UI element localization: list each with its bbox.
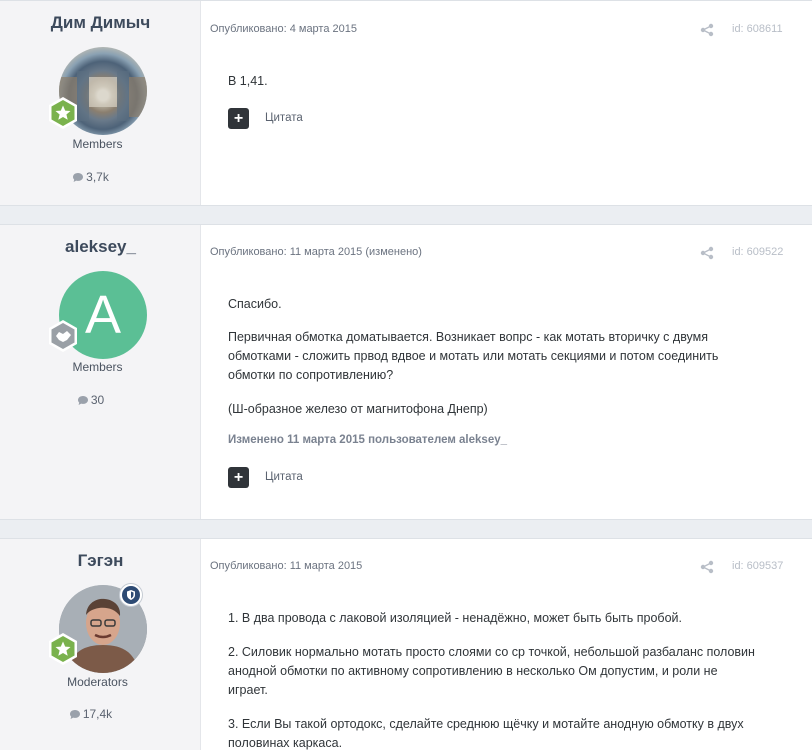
- quote-button-label[interactable]: Цитата: [265, 471, 303, 483]
- post-id: id: 609537: [732, 560, 784, 572]
- user-group: Members: [72, 360, 123, 374]
- post-count-value: 30: [90, 393, 105, 407]
- author-name[interactable]: Гэгэн: [0, 551, 201, 571]
- post-id: id: 609522: [732, 246, 784, 258]
- comment-icon: [77, 396, 88, 406]
- quote-plus-button[interactable]: +: [228, 108, 249, 129]
- post-paragraph: 3. Если Вы такой ортодокс, сделайте сред…: [228, 717, 744, 731]
- post-date[interactable]: Опубликовано: 4 марта 2015: [210, 23, 357, 35]
- post-paragraph: анодной обмотки по активному сопротивлен…: [228, 664, 718, 678]
- post-paragraph: (Ш-образное железо от магнитофона Днепр): [228, 402, 488, 416]
- moderator-badge: [120, 584, 142, 606]
- avatar-letter: A: [84, 285, 122, 345]
- post-count-value: 17,4k: [82, 707, 113, 721]
- post-paragraph: 1. В два провода с лаковой изоляцией - н…: [228, 611, 682, 625]
- author-name[interactable]: Дим Димыч: [0, 13, 201, 33]
- comment-icon: [69, 710, 80, 720]
- star-badge-icon: [49, 97, 77, 129]
- post-count-value: 3,7k: [86, 170, 109, 184]
- post-author-panel: aleksey_ A Members 30: [0, 225, 201, 519]
- post-date[interactable]: Опубликовано: 11 марта 2015: [210, 560, 362, 572]
- author-name[interactable]: aleksey_: [0, 237, 201, 257]
- post-id: id: 608611: [732, 23, 783, 35]
- post-author-panel: Дим Димыч Members 3,7k: [0, 1, 201, 205]
- comment-icon: [73, 173, 84, 183]
- quote-button-label[interactable]: Цитата: [265, 112, 303, 124]
- share-icon[interactable]: [700, 246, 714, 260]
- share-icon[interactable]: [700, 560, 714, 574]
- edited-note: Изменено 11 марта 2015 пользователем ale…: [228, 434, 508, 446]
- post-2: aleksey_ A Members 30 Опубликовано: 11 м…: [0, 224, 812, 520]
- user-group: Members: [72, 137, 123, 151]
- post-paragraph: обмотками - сложить првод вдвое и мотать…: [228, 349, 719, 363]
- handshake-badge-icon: [49, 320, 77, 352]
- post-count: 17,4k: [0, 707, 181, 721]
- post-paragraph: играет.: [228, 683, 268, 697]
- post-count: 30: [0, 393, 181, 407]
- quote-plus-button[interactable]: +: [228, 467, 249, 488]
- post-paragraph: Спасибо.: [228, 297, 282, 311]
- post-3: Гэгэн Moderators 17,4k Опубликовано: 11: [0, 538, 812, 750]
- post-paragraph: половинах каркаса.: [228, 736, 343, 750]
- post-paragraph: В 1,41.: [228, 74, 268, 88]
- user-group: Moderators: [67, 675, 128, 689]
- post-paragraph: обмотки по сопротивлению?: [228, 368, 394, 382]
- post-paragraph: Первичная обмотка доматывается. Возникае…: [228, 330, 709, 344]
- post-date[interactable]: Опубликовано: 11 марта 2015 (изменено): [210, 246, 422, 258]
- post-1: Дим Димыч Members 3,7k Опубликовано: 4 м…: [0, 0, 812, 206]
- post-paragraph: 2. Силовик нормально мотать просто слоям…: [228, 645, 755, 659]
- post-author-panel: Гэгэн Moderators 17,4k: [0, 539, 201, 750]
- star-badge-icon: [49, 633, 77, 665]
- post-count: 3,7k: [0, 170, 181, 184]
- shield-icon: [122, 586, 140, 604]
- share-icon[interactable]: [700, 23, 714, 37]
